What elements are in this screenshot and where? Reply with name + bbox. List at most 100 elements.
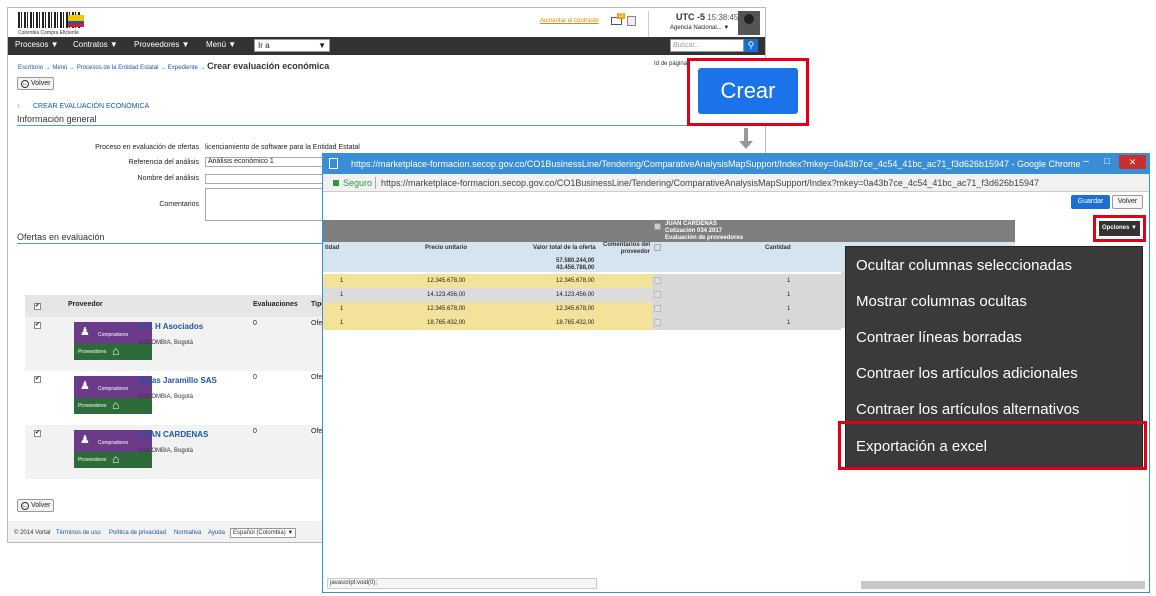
back-arrow-icon: ← (21, 80, 29, 88)
col-quantity-left: tidad (325, 245, 340, 251)
crear-button[interactable]: Crear (698, 68, 798, 114)
cell-qty: 1 (340, 306, 344, 312)
agency-dropdown[interactable]: Agencia Nacional... ▼ (670, 25, 729, 31)
provider-location: COLOMBIA, Bogotá (139, 394, 194, 400)
page-id-label: Id de página (654, 61, 688, 67)
col-checkbox[interactable] (654, 244, 661, 251)
cell-unit-price: 18.765.432,00 (427, 320, 466, 326)
tile-label-top: Compradores (98, 332, 129, 338)
options-label: Opciones (1102, 225, 1130, 231)
cell-checkbox[interactable] (654, 305, 661, 312)
row-checkbox[interactable]: ✔ (34, 376, 41, 383)
crumb-menu[interactable]: Menú (52, 65, 67, 71)
row-checkbox[interactable]: ✔ (34, 430, 41, 437)
menu-item-show-columns[interactable]: Mostrar columnas ocultas (856, 293, 1027, 310)
home-icon: ⌂ (112, 344, 120, 358)
provider-name-link[interactable]: H & H Asociados (139, 322, 203, 331)
contrast-link[interactable]: Aumentar el contraste (540, 18, 599, 24)
options-callout: Opciones ▼ (1093, 215, 1146, 242)
search-icon[interactable]: ⚲ (744, 39, 758, 52)
comments-textarea[interactable] (205, 188, 325, 221)
footer-privacy-link[interactable]: Política de privacidad (109, 530, 166, 536)
col-unit-price: Precio unitario (425, 245, 468, 251)
crumb-escritorio[interactable]: Escritorio (18, 65, 43, 71)
menu-item-collapse-deleted[interactable]: Contraer líneas borradas (856, 329, 1022, 346)
status-bar: javascript:void(0); (327, 578, 597, 589)
reference-input[interactable]: Análisis económico 1 (205, 157, 325, 167)
agency-name: Agencia Nacional... (670, 25, 722, 31)
cell-total: 12.345.678,00 (556, 278, 595, 284)
col-cantidad: Cantidad (765, 245, 791, 251)
colombia-compra-logo[interactable]: Colombia Compra Eficiente (18, 12, 88, 38)
name-input[interactable] (205, 174, 325, 184)
search-input[interactable]: Buscar... (670, 39, 744, 52)
lock-icon (333, 180, 339, 186)
select-all-checkbox[interactable]: ✔ (34, 303, 41, 310)
cell-cantidad: 1 (787, 320, 791, 326)
provider-name-link[interactable]: Rojas Jaramillo SAS (139, 376, 217, 385)
supplier-header: JUAN CARDENAS Cotización 034 2017 Evalua… (652, 220, 1015, 242)
crumb-expediente[interactable]: Expediente (168, 65, 198, 71)
offer-type: Ofe (311, 428, 323, 435)
back-button-bottom[interactable]: ← Volver (17, 499, 55, 512)
chevron-down-icon: ▼ (228, 40, 237, 49)
menu-item-collapse-additional[interactable]: Contraer los artículos adicionales (856, 365, 1078, 382)
table-row-supplier (652, 288, 841, 302)
maximize-icon[interactable]: □ (1099, 156, 1115, 168)
clock-time: 15:38:45 (707, 13, 739, 22)
nav-menu[interactable]: Menú ▼ (206, 40, 236, 49)
calendar-icon[interactable] (627, 16, 636, 26)
window-title: https://marketplace-formacion.secop.gov.… (351, 159, 1081, 169)
options-button[interactable]: Opciones ▼ (1099, 221, 1140, 236)
footer-terms-link[interactable]: Términos de uso (56, 530, 101, 536)
avatar[interactable] (738, 11, 760, 35)
cell-checkbox[interactable] (654, 277, 661, 284)
copyright: © 2014 Vortal (14, 530, 51, 536)
menu-item-collapse-alternative[interactable]: Contraer los artículos alternativos (856, 401, 1079, 418)
table-row-supplier (652, 274, 841, 288)
reference-label: Referencia del análisis (128, 159, 199, 166)
cell-unit-price: 12.345.678,00 (427, 306, 466, 312)
main-nav: Procesos ▼ Contratos ▼ Proveedores ▼ Men… (8, 37, 765, 55)
cell-checkbox[interactable] (654, 319, 661, 326)
section-title: CREAR EVALUACIÓN ECONÓMICA (33, 103, 150, 110)
nav-procesos-label: Procesos (15, 40, 49, 49)
footer-help-link[interactable]: Ayuda (208, 530, 225, 536)
total-sum-2: 43.456.788,00 (556, 265, 595, 271)
language-select[interactable]: Español (Colombia) ▼ (230, 528, 296, 538)
tile-label-top: Compradores (98, 386, 129, 392)
cell-checkbox[interactable] (654, 291, 661, 298)
address-bar[interactable]: Seguro https://marketplace-formacion.sec… (323, 174, 1149, 192)
footer-normativa-link[interactable]: Normativa (174, 530, 201, 536)
chevron-down-icon: ▼ (50, 40, 59, 49)
cell-total: 12.345.678,00 (556, 306, 595, 312)
supplier-name: JUAN CARDENAS (665, 221, 718, 227)
crumb-procesos[interactable]: Procesos de la Entidad Estatal (77, 65, 159, 71)
window-titlebar[interactable]: https://marketplace-formacion.secop.gov.… (323, 154, 1149, 174)
back-button[interactable]: Volver (1112, 195, 1143, 209)
header-divider (648, 11, 649, 37)
nav-procesos[interactable]: Procesos ▼ (15, 40, 59, 49)
nav-proveedores[interactable]: Proveedores ▼ (134, 40, 190, 49)
nav-contratos[interactable]: Contratos ▼ (73, 40, 118, 49)
arrow-down-icon (744, 128, 748, 142)
close-icon[interactable]: ✕ (1119, 155, 1146, 169)
row-checkbox[interactable]: ✔ (34, 322, 41, 329)
tile-label-top: Compradores (98, 440, 129, 446)
minimize-icon[interactable]: ‒ (1078, 156, 1094, 168)
breadcrumb: Escritorio → Menú → Procesos de la Entid… (18, 61, 330, 71)
provider-location: COLOMBIA, Bogotá (139, 448, 194, 454)
save-button[interactable]: Guardar (1071, 195, 1110, 209)
table-row-supplier (652, 316, 841, 330)
back-button-top[interactable]: ← Volver (17, 77, 55, 90)
menu-item-hide-columns[interactable]: Ocultar columnas seleccionadas (856, 257, 1072, 274)
cell-unit-price: 14.123.456,00 (427, 292, 466, 298)
horizontal-scrollbar[interactable] (861, 581, 1145, 589)
total-sum-1: 57.580.244,00 (556, 258, 595, 264)
supplier-checkbox[interactable] (654, 223, 661, 230)
goto-select[interactable]: Ir a ▼ (254, 39, 330, 52)
provider-name-link[interactable]: JUAN CARDENAS (139, 430, 208, 439)
url-text[interactable]: https://marketplace-formacion.secop.gov.… (381, 178, 1039, 188)
chevron-down-icon: ▼ (181, 40, 190, 49)
flag-icon (68, 15, 84, 27)
